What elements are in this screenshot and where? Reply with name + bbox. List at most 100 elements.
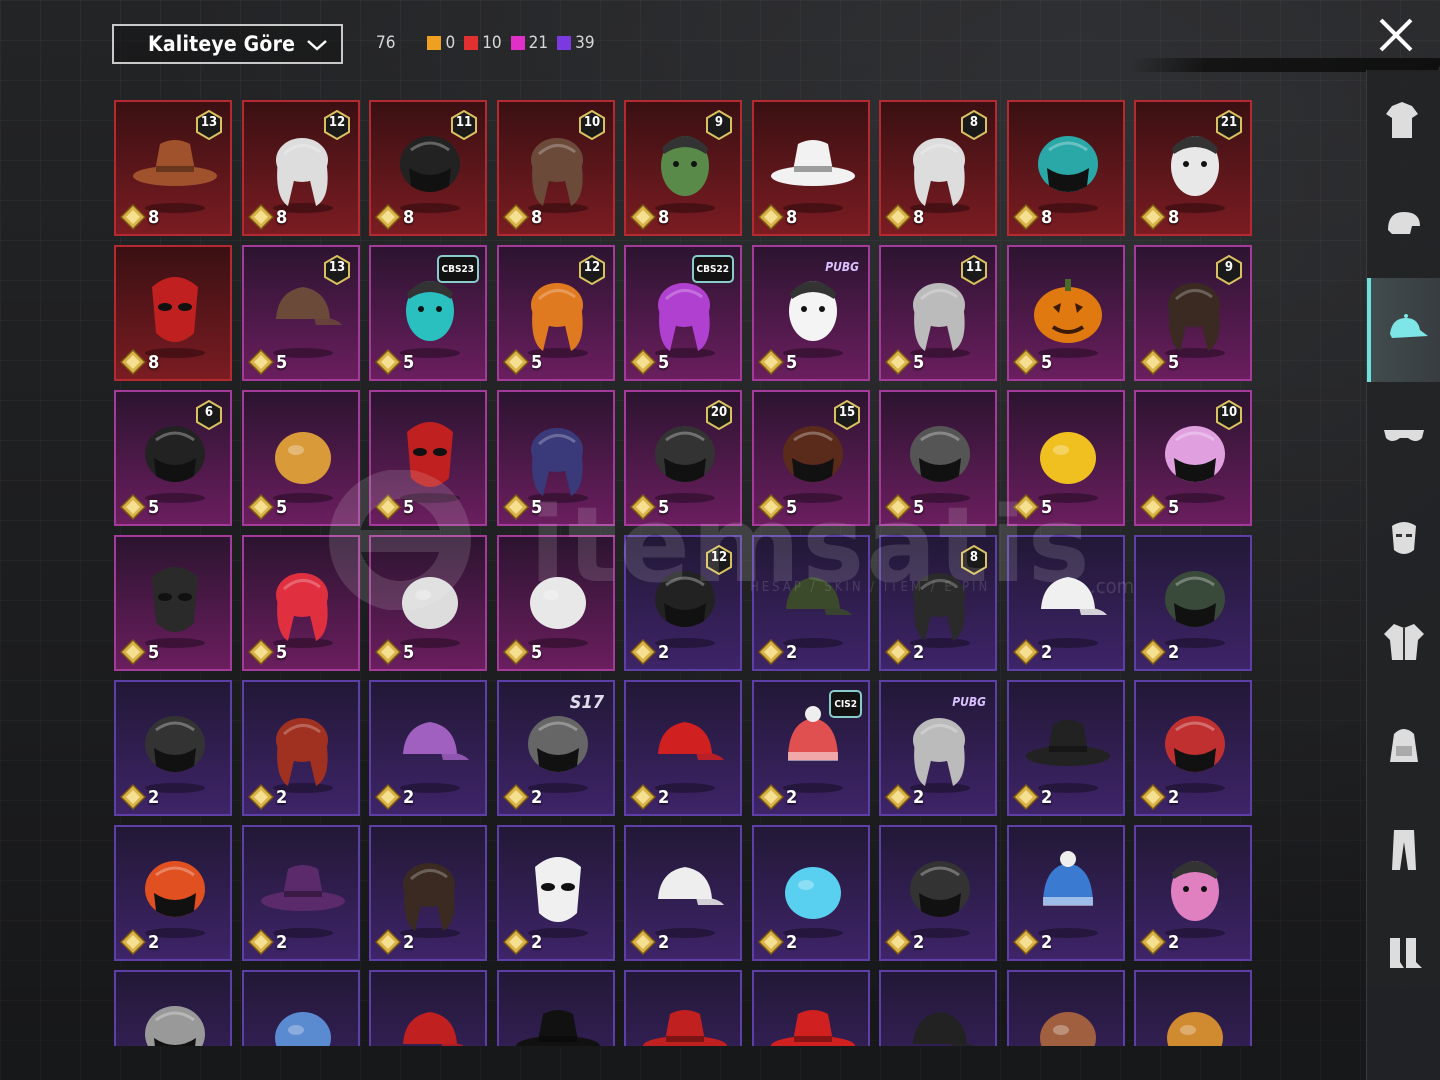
inventory-item-fez[interactable]: 2 (624, 680, 742, 816)
inventory-item-helmet-pink[interactable]: 10 5 (1134, 390, 1252, 526)
count-red-value: 10 (482, 33, 502, 53)
inventory-item-helmet-gas[interactable]: 2 (1134, 535, 1252, 671)
close-icon[interactable] (1377, 16, 1415, 54)
item-price: 2 (658, 932, 670, 953)
item-price: 2 (403, 932, 415, 953)
inventory-item-bucket-hat[interactable] (752, 970, 870, 1046)
inventory-item-helmet-football[interactable]: 2 (1134, 680, 1252, 816)
item-price: 2 (1168, 642, 1180, 663)
inventory-item-beanie-stripe[interactable]: CIS2 2 (752, 680, 870, 816)
hair-category[interactable] (1367, 174, 1440, 278)
inventory-item-cap-aviator[interactable]: 13 5 (242, 245, 360, 381)
inventory-item-head-green[interactable]: 9 8 (624, 100, 742, 236)
item-price: 8 (1041, 207, 1053, 228)
item-price: 8 (531, 207, 543, 228)
premium-crate-coupon-icon (248, 494, 274, 520)
sort-dropdown[interactable]: Kaliteye Göre (112, 24, 343, 64)
inventory-item-hat-flower[interactable]: 13 8 (114, 100, 232, 236)
inventory-item-hat-top[interactable] (624, 970, 742, 1046)
premium-crate-coupon-icon (120, 204, 146, 230)
shoes-category[interactable] (1367, 902, 1440, 1006)
premium-crate-coupon-icon (885, 494, 911, 520)
inventory-item-hair-dark[interactable]: 2 (369, 825, 487, 961)
premium-crate-coupon-icon (1140, 929, 1166, 955)
inventory-item-cap-white[interactable]: 2 (624, 825, 742, 961)
inventory-item-mask-fox[interactable]: 8 (114, 245, 232, 381)
inventory-item-burger[interactable] (1134, 970, 1252, 1046)
inventory-item-helmet-teal[interactable]: 8 (1007, 100, 1125, 236)
item-price: 5 (1041, 497, 1053, 518)
inventory-item-helmet-moto[interactable]: 2 (879, 825, 997, 961)
inventory-item-mask-red[interactable]: 5 (369, 390, 487, 526)
inventory-item-hair-gray[interactable]: 11 5 (879, 245, 997, 381)
inventory-item-potato[interactable]: 5 (242, 390, 360, 526)
inventory-item-duck[interactable]: 5 (1007, 390, 1125, 526)
premium-crate-coupon-icon (375, 494, 401, 520)
inventory-item-hair-purple[interactable]: 5 (497, 390, 615, 526)
item-price: 2 (531, 932, 543, 953)
inventory-item-head-panda[interactable]: PUBG 5 (752, 245, 870, 381)
inventory-item-helmet-moto[interactable] (114, 970, 232, 1046)
top-category[interactable] (1367, 590, 1440, 694)
item-price: 2 (913, 642, 925, 663)
item-price: 5 (786, 497, 798, 518)
inventory-item-hair-white[interactable]: 8 8 (879, 100, 997, 236)
inventory-item-helmet-gold[interactable]: 2 (114, 680, 232, 816)
inventory-item-cap-colorful[interactable]: 2 (369, 680, 487, 816)
inventory-item-pumpkin[interactable]: 5 (1007, 245, 1125, 381)
level-badge-number: 9 (1224, 260, 1234, 275)
level-badge-number: 11 (965, 260, 983, 275)
inventory-item-helmet-dark[interactable]: 6 5 (114, 390, 232, 526)
premium-crate-coupon-icon (758, 494, 784, 520)
inventory-item-beanie-blue[interactable]: 2 (1007, 825, 1125, 961)
inventory-item-hair-dark[interactable]: 9 5 (1134, 245, 1252, 381)
inventory-item-helmet-spiky[interactable]: 15 5 (752, 390, 870, 526)
backpack-category[interactable] (1367, 694, 1440, 798)
inventory-item-chicken[interactable]: 5 (497, 535, 615, 671)
inventory-item-hair-red[interactable]: 5 (242, 535, 360, 671)
inventory-item-bunny-ears[interactable]: 2 (752, 825, 870, 961)
inventory-item-hair-gray[interactable]: PUBG 2 (879, 680, 997, 816)
inventory-item-helmet-horn[interactable]: S17 2 (497, 680, 615, 816)
inventory-item-hair-brown[interactable]: 10 8 (497, 100, 615, 236)
inventory-item-beret[interactable] (369, 970, 487, 1046)
level-badge-number: 10 (583, 115, 601, 130)
helmet-moto-icon (145, 1006, 205, 1046)
inventory-item-helmet-dark[interactable]: 11 8 (369, 100, 487, 236)
inventory-item-helmet-dark[interactable]: 20 5 (624, 390, 742, 526)
inventory-item-cap-baseball[interactable]: 2 (1007, 535, 1125, 671)
inventory-item-hair-white[interactable]: 12 8 (242, 100, 360, 236)
inventory-item-icecream[interactable] (1007, 970, 1125, 1046)
inventory-item-head-clown[interactable]: 21 8 (1134, 100, 1252, 236)
inventory-item-hair-orange[interactable]: 12 5 (497, 245, 615, 381)
inventory-item-mask-kabuki[interactable]: 2 (497, 825, 615, 961)
inventory-item-goggles-pair[interactable]: 5 (369, 535, 487, 671)
inventory-item-hair-goggles[interactable]: 2 (242, 680, 360, 816)
inventory-item-hair-dark[interactable]: 8 2 (879, 535, 997, 671)
inventory-item-cap-police[interactable] (879, 970, 997, 1046)
inventory-item-helmet-bunny[interactable]: 12 2 (624, 535, 742, 671)
item-counts: 76 0 10 21 39 (376, 33, 604, 53)
inventory-item-cap-military[interactable]: 2 (752, 535, 870, 671)
hat-category[interactable] (1367, 278, 1440, 382)
inventory-item-shark[interactable] (242, 970, 360, 1046)
item-price: 8 (913, 207, 925, 228)
inventory-grid: 13 8 12 8 11 8 10 8 9 8 8 8 8 8 21 8 8 1… (114, 100, 1254, 1046)
inventory-item-helmet-moto[interactable]: 5 (879, 390, 997, 526)
inventory-item-headphone-cat[interactable]: 2 (1134, 825, 1252, 961)
inventory-item-mask-black[interactable]: 5 (114, 535, 232, 671)
inventory-item-hair-purple[interactable]: CBS22 5 (624, 245, 742, 381)
inventory-item-helmet-hair[interactable]: 2 (114, 825, 232, 961)
inventory-item-headphone-cat[interactable]: CBS23 5 (369, 245, 487, 381)
mask-category[interactable] (1367, 486, 1440, 590)
inventory-item-hat-top[interactable] (497, 970, 615, 1046)
pants-category[interactable] (1367, 798, 1440, 902)
inventory-item-hat-cowboy[interactable]: 8 (752, 100, 870, 236)
inventory-item-hat-witch[interactable]: 2 (1007, 680, 1125, 816)
premium-crate-coupon-icon (630, 929, 656, 955)
premium-crate-coupon-icon (758, 639, 784, 665)
inventory-item-hat-top-purple[interactable]: 2 (242, 825, 360, 961)
outfit-category[interactable] (1367, 70, 1440, 174)
premium-crate-coupon-icon (885, 784, 911, 810)
eyewear-category[interactable] (1367, 382, 1440, 486)
